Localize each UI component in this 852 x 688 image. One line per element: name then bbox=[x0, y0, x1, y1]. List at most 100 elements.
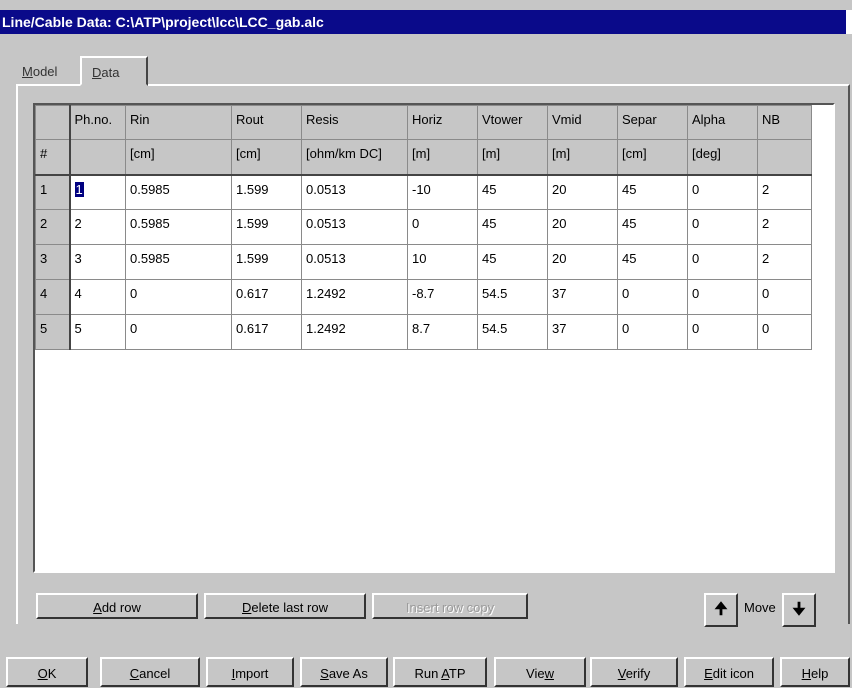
unit-cell: [cm] bbox=[617, 139, 688, 176]
column-header-vmid[interactable]: Vmid bbox=[547, 105, 618, 140]
move-down-button[interactable]: 🠋 bbox=[782, 593, 816, 627]
cancel-button[interactable]: Cancel bbox=[100, 657, 200, 687]
column-header-row: Ph.no. Rin Rout Resis Horiz Vtower Vmid … bbox=[35, 105, 812, 140]
data-cell[interactable]: -8.7 bbox=[407, 279, 478, 315]
row-header[interactable]: 5 bbox=[35, 314, 71, 350]
data-cell[interactable]: 20 bbox=[547, 244, 618, 280]
data-cell[interactable]: 0 bbox=[617, 279, 688, 315]
row-header[interactable]: 4 bbox=[35, 279, 71, 315]
title-bar: Line/Cable Data: C:\ATP\project\lcc\LCC_… bbox=[0, 10, 852, 34]
data-cell[interactable]: 0 bbox=[125, 279, 232, 315]
row-header[interactable]: 3 bbox=[35, 244, 71, 280]
data-cell[interactable]: 45 bbox=[477, 209, 548, 245]
data-cell[interactable]: 1.599 bbox=[231, 244, 302, 280]
data-cell[interactable]: 0 bbox=[407, 209, 478, 245]
data-cell[interactable]: 8.7 bbox=[407, 314, 478, 350]
data-cell[interactable]: 0.5985 bbox=[125, 209, 232, 245]
column-header-rout[interactable]: Rout bbox=[231, 105, 302, 140]
data-cell[interactable]: 0 bbox=[687, 244, 758, 280]
data-cell[interactable]: 10 bbox=[407, 244, 478, 280]
column-header-resis[interactable]: Resis bbox=[301, 105, 408, 140]
data-cell[interactable]: 0.617 bbox=[231, 314, 302, 350]
data-cell[interactable]: 37 bbox=[547, 279, 618, 315]
save-as-button[interactable]: Save As bbox=[300, 657, 388, 687]
import-button[interactable]: Import bbox=[206, 657, 294, 687]
data-cell[interactable]: 0.0513 bbox=[301, 174, 408, 210]
help-button[interactable]: Help bbox=[780, 657, 850, 687]
unit-cell: [ohm/km DC] bbox=[301, 139, 408, 176]
data-cell[interactable]: 1.599 bbox=[231, 174, 302, 210]
column-header-horiz[interactable]: Horiz bbox=[407, 105, 478, 140]
data-cell[interactable]: 1.2492 bbox=[301, 279, 408, 315]
ok-button[interactable]: OK bbox=[6, 657, 88, 687]
data-cell[interactable]: 0.617 bbox=[231, 279, 302, 315]
corner-cell bbox=[35, 105, 71, 140]
data-cell[interactable]: 0 bbox=[687, 209, 758, 245]
data-cell[interactable]: 1.599 bbox=[231, 209, 302, 245]
run-atp-button[interactable]: Run ATP bbox=[393, 657, 487, 687]
move-up-button[interactable]: 🠉 bbox=[704, 593, 738, 627]
data-cell[interactable]: 0.5985 bbox=[125, 174, 232, 210]
data-cell[interactable]: 54.5 bbox=[477, 279, 548, 315]
data-cell[interactable]: 2 bbox=[757, 244, 812, 280]
unit-cell: [m] bbox=[477, 139, 548, 176]
data-cell[interactable]: 0 bbox=[687, 314, 758, 350]
column-header-separ[interactable]: Separ bbox=[617, 105, 688, 140]
data-cell[interactable]: 2 bbox=[757, 209, 812, 245]
data-cell[interactable]: 45 bbox=[617, 209, 688, 245]
add-row-button[interactable]: Add row bbox=[36, 593, 198, 619]
column-header-rin[interactable]: Rin bbox=[125, 105, 232, 140]
column-header-vtower[interactable]: Vtower bbox=[477, 105, 548, 140]
view-button[interactable]: View bbox=[494, 657, 586, 687]
row-header[interactable]: 1 bbox=[35, 174, 71, 210]
window-title: Line/Cable Data: C:\ATP\project\lcc\LCC_… bbox=[2, 14, 324, 30]
data-cell[interactable]: 0.0513 bbox=[301, 244, 408, 280]
data-cell[interactable]: 1 bbox=[69, 174, 126, 210]
data-cell[interactable]: 45 bbox=[617, 174, 688, 210]
table-row: 3 3 0.5985 1.599 0.0513 10 45 20 45 0 2 bbox=[35, 244, 812, 280]
data-cell[interactable]: 0 bbox=[757, 279, 812, 315]
data-cell[interactable]: 0.0513 bbox=[301, 209, 408, 245]
row-header[interactable]: 2 bbox=[35, 209, 71, 245]
data-cell[interactable]: 45 bbox=[617, 244, 688, 280]
data-cell[interactable]: 0 bbox=[617, 314, 688, 350]
insert-row-copy-button[interactable]: Insert row copy bbox=[372, 593, 528, 619]
title-bar-edge bbox=[846, 10, 852, 34]
data-cell[interactable]: 45 bbox=[477, 174, 548, 210]
data-cell[interactable]: 5 bbox=[69, 314, 126, 350]
data-cell[interactable]: 0 bbox=[687, 279, 758, 315]
column-header-alpha[interactable]: Alpha bbox=[687, 105, 758, 140]
delete-last-row-button[interactable]: Delete last row bbox=[204, 593, 366, 619]
verify-button[interactable]: Verify bbox=[590, 657, 678, 687]
unit-cell: [m] bbox=[407, 139, 478, 176]
data-cell[interactable]: 54.5 bbox=[477, 314, 548, 350]
selected-cell-text: 1 bbox=[74, 181, 84, 197]
data-grid[interactable]: Ph.no. Rin Rout Resis Horiz Vtower Vmid … bbox=[33, 103, 835, 573]
data-cell[interactable]: 2 bbox=[757, 174, 812, 210]
table-row: 1 1 0.5985 1.599 0.0513 -10 45 20 45 0 2 bbox=[35, 174, 812, 210]
table-row: 5 5 0 0.617 1.2492 8.7 54.5 37 0 0 0 bbox=[35, 314, 812, 350]
data-cell[interactable]: 0.5985 bbox=[125, 244, 232, 280]
column-header-nb[interactable]: NB bbox=[757, 105, 812, 140]
data-cell[interactable]: 37 bbox=[547, 314, 618, 350]
data-cell[interactable]: 0 bbox=[125, 314, 232, 350]
edit-icon-button[interactable]: Edit icon bbox=[684, 657, 774, 687]
data-cell[interactable]: -10 bbox=[407, 174, 478, 210]
data-cell[interactable]: 0 bbox=[687, 174, 758, 210]
data-cell[interactable]: 1.2492 bbox=[301, 314, 408, 350]
unit-cell: [m] bbox=[547, 139, 618, 176]
data-cell[interactable]: 20 bbox=[547, 174, 618, 210]
data-cell[interactable]: 2 bbox=[69, 209, 126, 245]
arrow-up-icon: 🠉 bbox=[714, 601, 728, 618]
data-cell[interactable]: 4 bbox=[69, 279, 126, 315]
column-header-phno[interactable]: Ph.no. bbox=[69, 105, 126, 140]
tab-model[interactable]: Model bbox=[16, 60, 63, 84]
tab-data[interactable]: Data bbox=[80, 56, 148, 86]
data-cell[interactable]: 20 bbox=[547, 209, 618, 245]
data-cell[interactable]: 45 bbox=[477, 244, 548, 280]
move-label: Move bbox=[744, 600, 776, 615]
data-cell[interactable]: 0 bbox=[757, 314, 812, 350]
unit-cell: [cm] bbox=[231, 139, 302, 176]
data-cell[interactable]: 3 bbox=[69, 244, 126, 280]
unit-cell bbox=[757, 139, 812, 176]
